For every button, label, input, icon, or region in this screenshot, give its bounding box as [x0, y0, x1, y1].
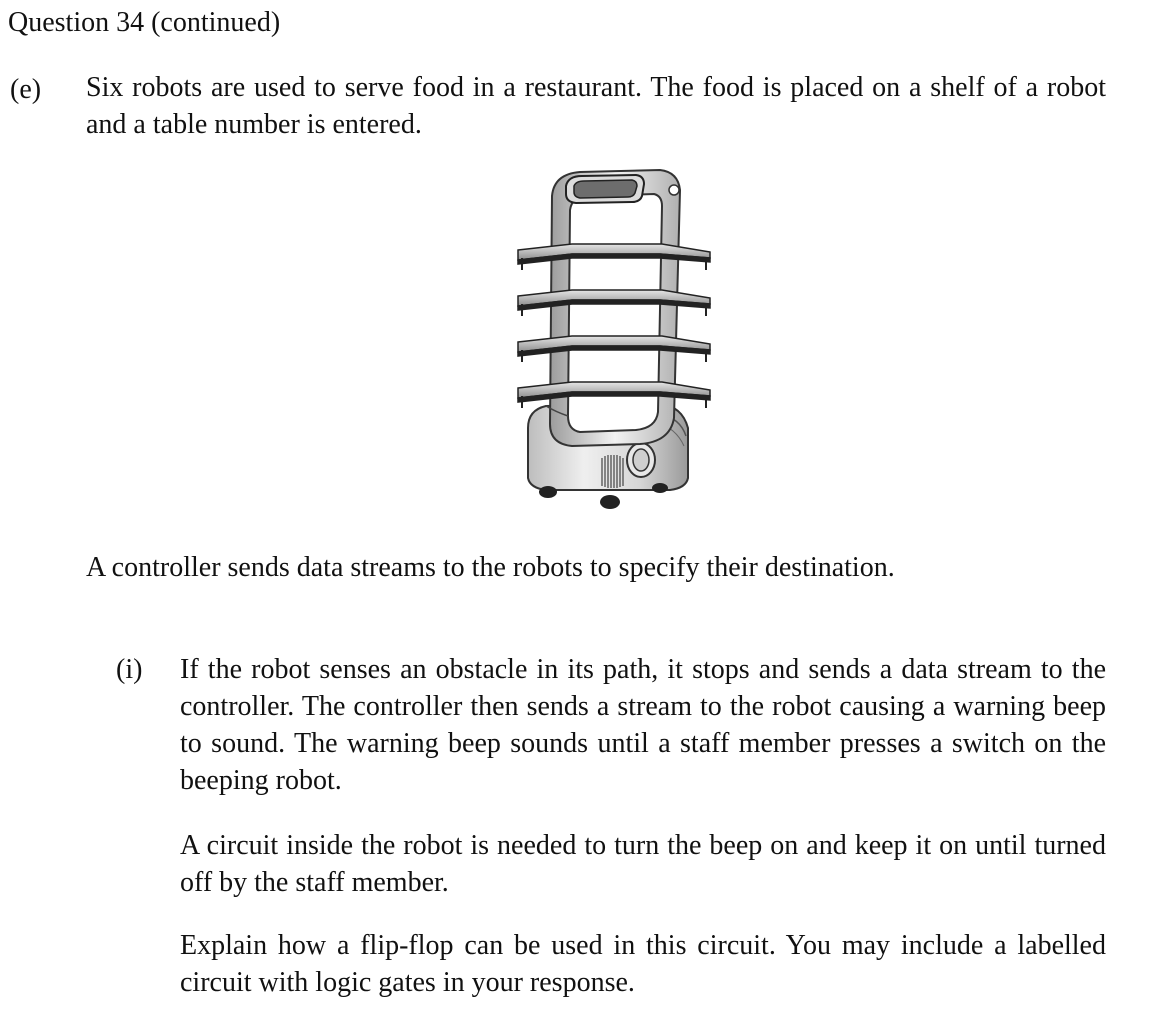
part-i-paragraph-1: If the robot senses an obstacle in its p…: [180, 654, 1106, 796]
part-i-label: (i): [116, 654, 143, 685]
page-header: Question 34 (continued): [8, 7, 281, 38]
part-e-label: (e): [10, 74, 42, 105]
serving-robot-icon: [517, 168, 711, 509]
part-i-paragraph-3: Explain how a flip-flop can be used in t…: [180, 930, 1106, 998]
part-e-intro: Six robots are used to serve food in a r…: [86, 72, 1106, 140]
part-i-paragraph-2: A circuit inside the robot is needed to …: [180, 830, 1106, 898]
controller-description: A controller sends data streams to the r…: [86, 552, 895, 583]
